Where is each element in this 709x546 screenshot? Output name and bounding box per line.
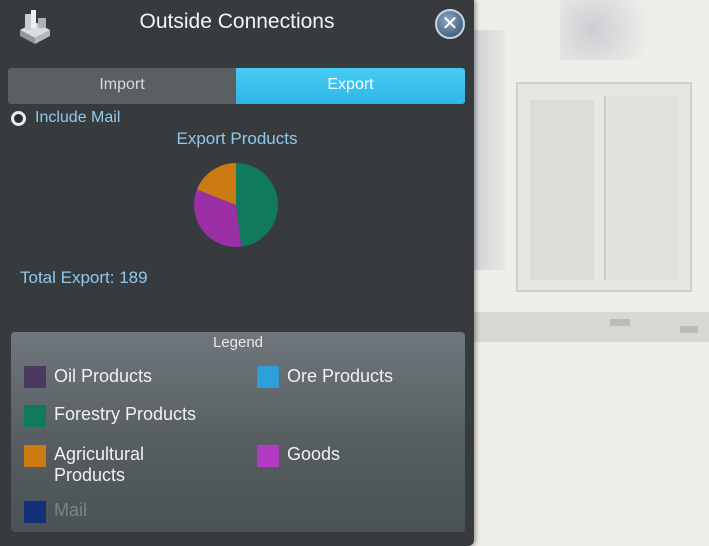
legend-title: Legend — [212, 334, 264, 351]
include-mail-label[interactable]: Include Mail — [35, 109, 120, 127]
legend-swatch-mail — [24, 501, 46, 523]
total-export: Total Export: 189 — [20, 268, 148, 287]
legend-label-goods: Goods — [287, 444, 341, 464]
chart-title: Export Products — [176, 129, 298, 148]
title-bar[interactable]: Outside Connections ✕ — [0, 0, 474, 50]
legend-label-oil: Oil Products — [54, 366, 153, 386]
map-vehicle — [610, 319, 630, 326]
legend-label-agricultural: Agricultural Products — [54, 444, 145, 485]
window-title: Outside Connections — [139, 10, 335, 33]
tab-export[interactable]: Export — [236, 68, 465, 104]
map-road — [470, 312, 709, 342]
legend-label-forestry: Forestry Products — [54, 404, 197, 424]
legend-label-ore: Ore Products — [287, 366, 394, 386]
map-terrain — [560, 0, 670, 60]
close-icon[interactable]: ✕ — [435, 9, 465, 39]
legend-swatch-ore — [257, 366, 279, 388]
legend-swatch-forestry — [24, 405, 46, 427]
legend: Legend Oil Products Ore Products Forestr… — [11, 332, 465, 532]
legend-swatch-goods — [257, 445, 279, 467]
map-vehicle — [680, 326, 698, 333]
legend-swatch-oil — [24, 366, 46, 388]
map-terrain — [470, 30, 506, 270]
export-pie-chart — [194, 163, 278, 247]
pie-slice-forestry-products — [236, 163, 278, 247]
legend-label-mail: Mail — [54, 500, 88, 520]
include-mail-radio[interactable] — [11, 111, 26, 126]
legend-swatch-agricultural — [24, 445, 46, 467]
tab-import[interactable]: Import — [8, 68, 236, 104]
map-building[interactable] — [604, 96, 678, 280]
map-building[interactable] — [530, 100, 594, 280]
outside-connections-panel: Outside Connections ✕ Import Export Incl… — [0, 0, 474, 546]
